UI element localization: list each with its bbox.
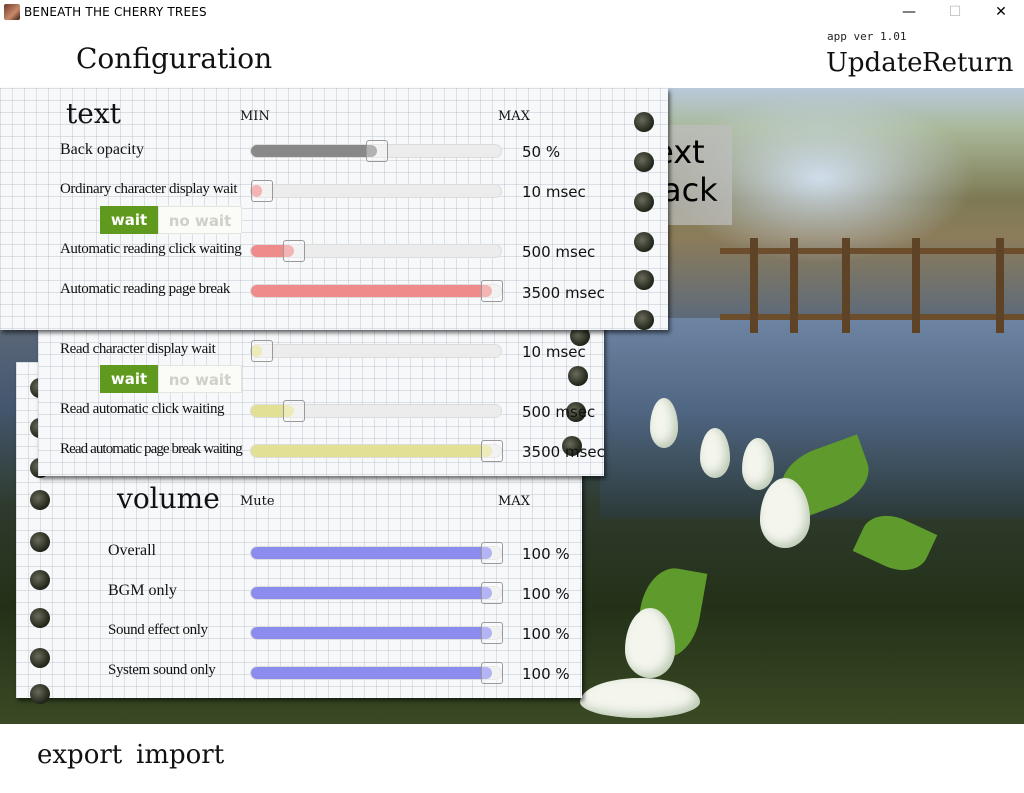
volume-section-title: volume — [117, 482, 220, 515]
maximize-button[interactable]: ☐ — [932, 0, 978, 24]
auto-page-break-value: 3500 msec — [522, 284, 605, 302]
wait-option[interactable]: wait — [100, 206, 158, 234]
window-titlebar: BENEATH THE CHERRY TREES — ☐ ✕ — [0, 0, 1024, 24]
text-max-label: MAX — [498, 109, 530, 124]
sound-effect-volume-slider[interactable] — [250, 622, 503, 644]
system-sound-volume-value: 100 % — [522, 665, 570, 683]
back-opacity-value: 50 % — [522, 143, 561, 161]
auto-page-break-slider[interactable] — [250, 280, 503, 302]
char-display-wait-slider[interactable] — [250, 180, 502, 202]
system-sound-volume-slider[interactable] — [250, 662, 503, 684]
auto-click-wait-slider[interactable] — [250, 240, 502, 262]
page-title: Configuration — [76, 42, 273, 75]
overall-volume-value: 100 % — [522, 545, 570, 563]
wooden-fence — [720, 248, 1024, 320]
read-page-break-slider[interactable] — [250, 440, 503, 462]
bgm-volume-slider[interactable] — [250, 582, 503, 604]
app-icon — [4, 4, 20, 20]
update-button[interactable]: Update — [826, 48, 923, 78]
minimize-button[interactable]: — — [886, 0, 932, 24]
auto-page-break-label: Automatic reading page break — [60, 281, 230, 297]
system-sound-volume-label: System sound only — [108, 662, 216, 678]
read-no-wait-option[interactable]: no wait — [158, 365, 242, 393]
read-click-wait-label: Read automatic click waiting — [60, 401, 225, 417]
read-page-break-label: Read automatic page break waiting — [60, 441, 243, 457]
auto-click-wait-value: 500 msec — [522, 243, 596, 261]
read-click-wait-slider[interactable] — [250, 400, 502, 422]
char-display-wait-value: 10 msec — [522, 183, 586, 201]
sound-effect-volume-value: 100 % — [522, 625, 570, 643]
back-opacity-label: Back opacity — [60, 141, 144, 158]
read-page-break-value: 3500 msec — [522, 443, 605, 461]
text-section-title: text — [66, 97, 121, 130]
no-wait-option[interactable]: no wait — [158, 206, 242, 234]
bgm-volume-value: 100 % — [522, 585, 570, 603]
char-display-wait-label: Ordinary character display wait — [60, 181, 238, 197]
back-opacity-slider[interactable] — [250, 140, 502, 162]
text-wait-toggle[interactable]: wait no wait — [100, 206, 242, 234]
text-min-label: MIN — [240, 109, 270, 124]
sound-effect-volume-label: Sound effect only — [108, 622, 208, 638]
overall-volume-label: Overall — [108, 542, 156, 559]
app-version: app ver 1.01 — [827, 30, 907, 43]
volume-min-label: Mute — [240, 494, 275, 509]
read-click-wait-value: 500 msec — [522, 403, 596, 421]
return-button[interactable]: Return — [922, 48, 1013, 78]
export-button[interactable]: export — [37, 740, 122, 770]
read-wait-toggle[interactable]: wait no wait — [100, 365, 242, 393]
window-title: BENEATH THE CHERRY TREES — [24, 5, 207, 19]
volume-max-label: MAX — [498, 494, 530, 509]
close-button[interactable]: ✕ — [978, 0, 1024, 24]
read-char-wait-label: Read character display wait — [60, 341, 216, 357]
auto-click-wait-label: Automatic reading click waiting — [60, 241, 242, 257]
read-char-wait-value: 10 msec — [522, 343, 586, 361]
overall-volume-slider[interactable] — [250, 542, 503, 564]
read-char-wait-slider[interactable] — [250, 340, 502, 362]
read-wait-option[interactable]: wait — [100, 365, 158, 393]
import-button[interactable]: import — [136, 740, 224, 770]
bgm-volume-label: BGM only — [108, 582, 177, 599]
